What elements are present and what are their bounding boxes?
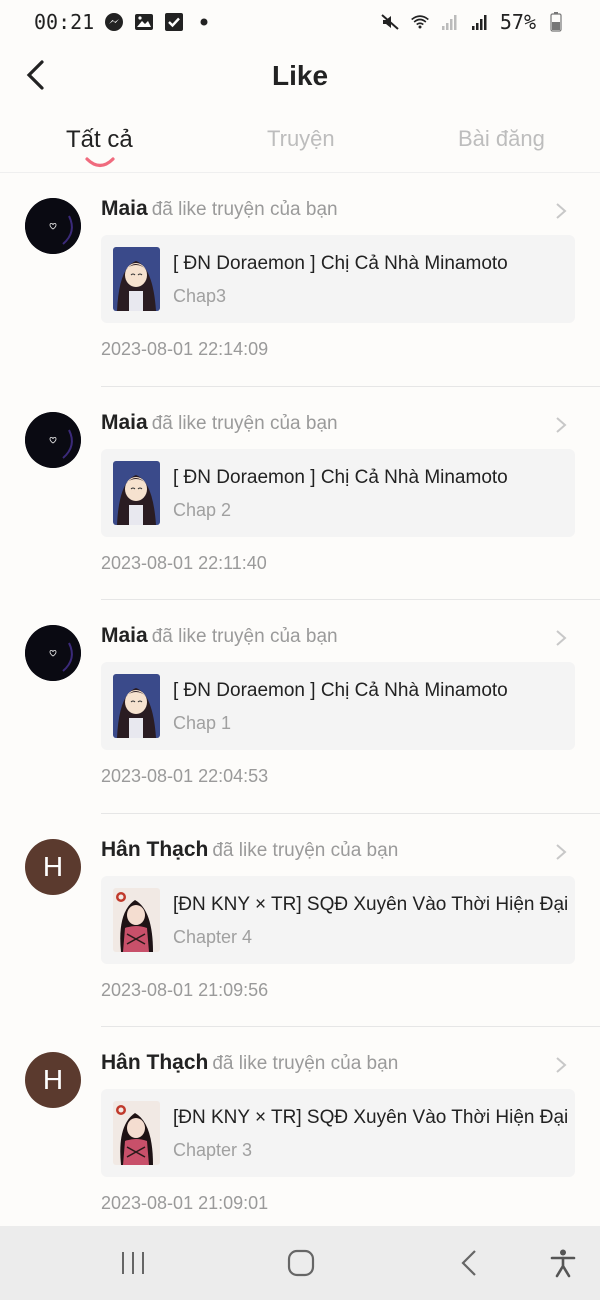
story-thumbnail	[113, 674, 160, 738]
notification-item[interactable]: H Hân Thạch đã like truyện của bạn [ĐN KN…	[0, 1027, 600, 1241]
story-title: [ ĐN Doraemon ] Chị Cả Nhà Minamoto	[173, 680, 508, 701]
timestamp: 2023-08-01 22:11:40	[101, 552, 267, 573]
avatar-image	[25, 625, 81, 681]
timestamp: 2023-08-01 21:09:01	[101, 1193, 269, 1213]
tab-bar: Tất cả Truyện Bài đăng	[0, 116, 600, 172]
story-thumbnail	[113, 887, 160, 952]
story-title: [ ĐN Doraemon ] Chị Cả Nhà Minamoto	[173, 253, 508, 274]
battery-icon	[546, 12, 566, 32]
username[interactable]: Maia	[101, 411, 148, 434]
action-text: đã like truyện của bạn	[151, 412, 338, 434]
story-card[interactable]: [ ĐN Doraemon ] Chị Cả Nhà Minamoto Chap…	[101, 235, 575, 323]
avatar[interactable]	[25, 625, 81, 681]
notification-list: Maia đã like truyện của bạn [ ĐN Doraemon…	[0, 173, 600, 1241]
tab-all[interactable]: Tất cả	[66, 126, 133, 154]
check-icon	[164, 12, 184, 32]
dot-icon	[194, 12, 214, 32]
notification-item[interactable]: H Hân Thạch đã like truyện của bạn [ĐN KN…	[0, 814, 600, 1027]
notification-text: Maia đã like truyện của bạn	[101, 411, 338, 435]
tab-active-indicator	[85, 157, 115, 168]
tab-stories[interactable]: Truyện	[267, 126, 335, 152]
avatar[interactable]	[25, 411, 81, 468]
story-card[interactable]: [ĐN KNY × TR] SQĐ Xuyên Vào Thời Hiện Đạ…	[101, 875, 575, 964]
notification-text: Maia đã like truyện của bạn	[101, 624, 338, 648]
notification-text: Hân Thạch đã like truyện của bạn	[101, 1051, 398, 1075]
story-thumbnail	[113, 247, 160, 311]
notification-text: Hân Thạch đã like truyện của bạn	[101, 838, 398, 862]
action-text: đã like truyện của bạn	[212, 1053, 399, 1074]
timestamp: 2023-08-01 22:14:09	[101, 339, 269, 359]
username[interactable]: Maia	[101, 624, 148, 647]
username[interactable]: Hân Thạch	[101, 1051, 208, 1074]
home-button[interactable]	[286, 1248, 316, 1278]
username[interactable]: Maia	[101, 197, 148, 220]
battery-percent: 57%	[499, 10, 536, 34]
story-title: [ĐN KNY × TR] SQĐ Xuyên Vào Thời Hiện Đạ…	[173, 893, 569, 915]
chapter-label: Chap 2	[173, 499, 232, 520]
accessibility-icon	[550, 1249, 576, 1278]
story-title: [ ĐN Doraemon ] Chị Cả Nhà Minamoto	[173, 466, 508, 488]
status-time: 00:21	[34, 10, 95, 34]
avatar-letter: H	[42, 850, 64, 882]
story-thumbnail	[113, 460, 160, 525]
timestamp: 2023-08-01 21:09:56	[101, 979, 269, 1000]
system-back-button[interactable]	[455, 1248, 485, 1278]
wifi-icon	[410, 12, 430, 32]
chapter-label: Chap3	[173, 286, 227, 306]
action-text: đã like truyện của bạn	[212, 839, 399, 861]
signal-icon	[440, 12, 460, 32]
page-title: Like	[271, 60, 329, 91]
signal-icon	[470, 12, 490, 32]
chapter-label: Chap 1	[173, 713, 232, 733]
chevron-right-icon[interactable]	[554, 842, 568, 862]
system-nav-bar	[0, 1226, 600, 1300]
recent-apps-icon	[122, 1252, 144, 1274]
avatar-letter: H	[42, 1064, 64, 1095]
status-bar: 00:21 57%	[0, 0, 600, 44]
chevron-right-icon[interactable]	[554, 1055, 568, 1075]
tab-posts[interactable]: Bài đăng	[458, 126, 545, 152]
story-thumbnail	[113, 1101, 160, 1165]
avatar[interactable]: H	[25, 1052, 81, 1108]
chevron-right-icon[interactable]	[554, 415, 568, 435]
story-card[interactable]: [ ĐN Doraemon ] Chị Cả Nhà Minamoto Chap…	[101, 662, 575, 750]
avatar[interactable]	[25, 198, 81, 254]
notification-item[interactable]: Maia đã like truyện của bạn [ ĐN Doraemon…	[0, 173, 600, 387]
mute-icon	[380, 12, 400, 32]
back-icon	[461, 1250, 476, 1276]
chapter-label: Chapter 4	[173, 926, 253, 947]
recent-apps-button[interactable]	[118, 1248, 148, 1278]
story-title: [ĐN KNY × TR] SQĐ Xuyên Vào Thời Hiện Đạ…	[173, 1107, 569, 1128]
home-icon	[287, 1249, 315, 1277]
username[interactable]: Hân Thạch	[101, 838, 208, 861]
chevron-right-icon[interactable]	[554, 201, 568, 221]
chevron-right-icon[interactable]	[554, 628, 568, 648]
avatar-image	[25, 411, 81, 468]
action-text: đã like truyện của bạn	[151, 626, 338, 647]
story-card[interactable]: [ ĐN Doraemon ] Chị Cả Nhà Minamoto Chap…	[101, 448, 575, 537]
accessibility-button[interactable]	[548, 1248, 578, 1278]
avatar[interactable]: H	[25, 838, 81, 895]
chapter-label: Chapter 3	[173, 1140, 253, 1160]
notification-item[interactable]: Maia đã like truyện của bạn [ ĐN Doraemon…	[0, 387, 600, 600]
status-right: 57%	[380, 10, 566, 34]
gallery-icon	[134, 12, 154, 32]
story-card[interactable]: [ĐN KNY × TR] SQĐ Xuyên Vào Thời Hiện Đạ…	[101, 1089, 575, 1177]
status-left: 00:21	[34, 10, 214, 34]
header: Like	[0, 44, 600, 110]
messenger-icon	[104, 12, 124, 32]
notification-text: Maia đã like truyện của bạn	[101, 197, 338, 221]
notification-item[interactable]: Maia đã like truyện của bạn [ ĐN Doraemon…	[0, 600, 600, 814]
action-text: đã like truyện của bạn	[151, 199, 338, 220]
timestamp: 2023-08-01 22:04:53	[101, 766, 269, 786]
avatar-image	[25, 198, 81, 254]
